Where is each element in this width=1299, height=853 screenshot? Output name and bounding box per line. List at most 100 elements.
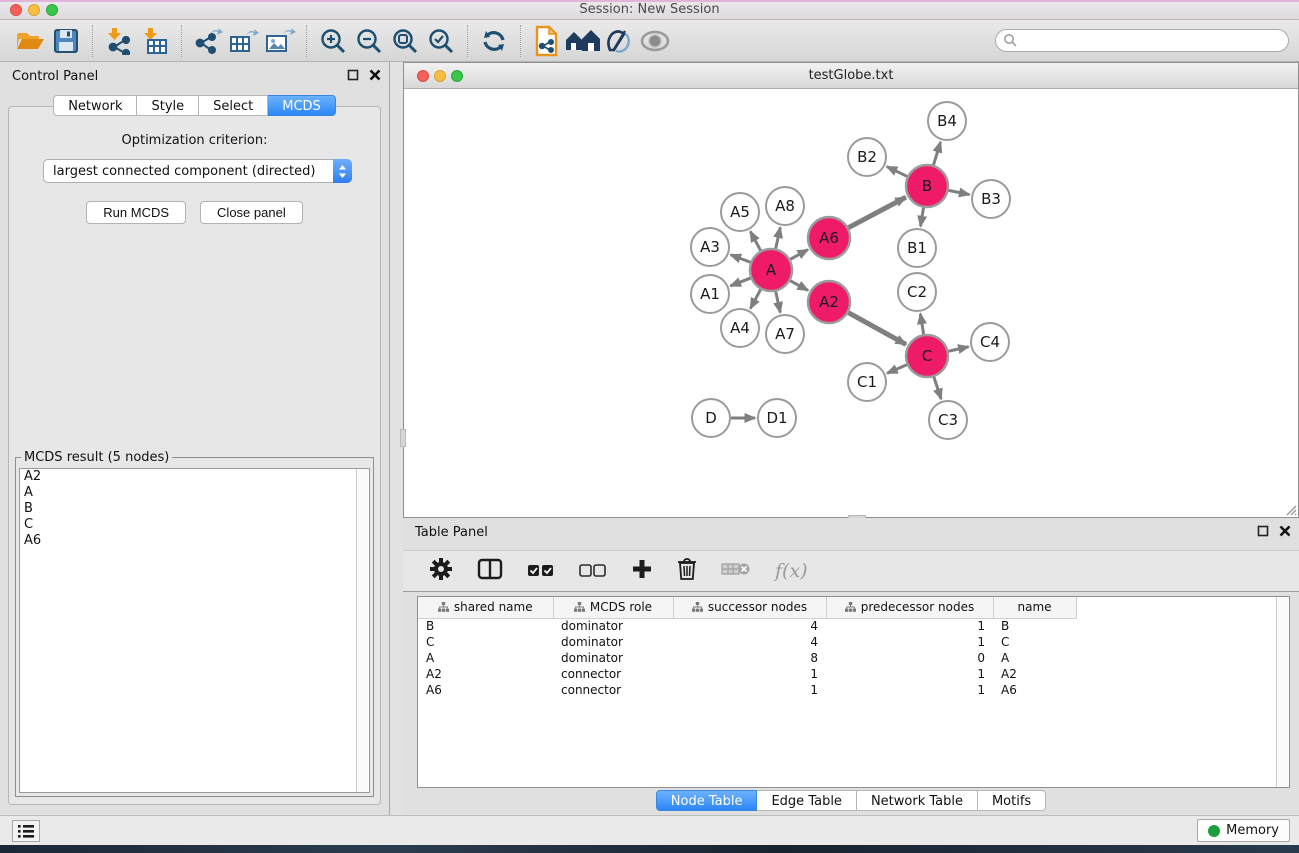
graph-edge-A-A3[interactable] (731, 255, 751, 262)
graph-edge-C-C3[interactable] (934, 377, 941, 399)
tab-select[interactable]: Select (199, 95, 268, 116)
table-cell[interactable]: A2 (418, 666, 553, 682)
select-all-button[interactable] (527, 562, 555, 581)
graph-node-B2[interactable]: B2 (848, 138, 886, 176)
graph-node-D[interactable]: D (692, 399, 730, 437)
tab-network-table[interactable]: Network Table (857, 790, 978, 811)
export-network-button[interactable] (190, 24, 226, 58)
import-table-button[interactable] (137, 24, 173, 58)
table-row[interactable]: Bdominator41B (418, 618, 1289, 634)
table-cell[interactable]: 4 (673, 634, 826, 650)
search-input[interactable] (1018, 34, 1288, 48)
table-row[interactable]: Cdominator41C (418, 634, 1289, 650)
search-field[interactable] (995, 29, 1289, 52)
graph-node-C[interactable]: C (906, 335, 948, 377)
table-cell[interactable]: A6 (993, 682, 1076, 698)
network-canvas[interactable]: B4B2BB3B1A5A8A6A3AA1C2A2A4A7C4CC1C3DD1 (404, 89, 1298, 517)
table-cell[interactable]: 0 (826, 650, 993, 666)
table-cell[interactable]: 1 (673, 682, 826, 698)
graph-edge-A-A6[interactable] (790, 250, 808, 260)
save-session-button[interactable] (48, 24, 84, 58)
graph-node-A8[interactable]: A8 (766, 187, 804, 225)
result-item[interactable]: A6 (20, 533, 369, 549)
graph-node-A6[interactable]: A6 (808, 217, 850, 259)
graph-edge-C-C1[interactable] (887, 365, 907, 374)
tab-style[interactable]: Style (137, 95, 199, 116)
column-header-MCDS-role[interactable]: MCDS role (553, 597, 673, 618)
column-layout-button[interactable] (477, 558, 503, 584)
table-cell[interactable]: B (993, 618, 1076, 634)
close-panel-button[interactable]: Close panel (200, 201, 303, 224)
graph-edge-A2-C[interactable] (848, 313, 906, 345)
graph-node-A4[interactable]: A4 (721, 309, 759, 347)
table-cell[interactable]: 4 (673, 618, 826, 634)
table-cell[interactable]: C (993, 634, 1076, 650)
zoom-out-button[interactable] (351, 24, 387, 58)
table-scrollbar[interactable] (1276, 597, 1289, 787)
graph-edge-C-C4[interactable] (948, 347, 968, 351)
graph-node-B4[interactable]: B4 (928, 102, 966, 140)
graph-edge-B-B4[interactable] (933, 142, 940, 165)
zoom-fit-button[interactable] (387, 24, 423, 58)
function-builder-button[interactable]: f(x) (775, 560, 808, 582)
table-cell[interactable]: 1 (826, 634, 993, 650)
graph-node-D1[interactable]: D1 (758, 399, 796, 437)
network-file-button[interactable] (529, 24, 565, 58)
tab-mcds[interactable]: MCDS (268, 95, 336, 116)
table-cell[interactable]: dominator (553, 618, 673, 634)
delete-table-button[interactable] (721, 561, 751, 581)
deselect-all-button[interactable] (579, 562, 607, 581)
table-row[interactable]: A6connector11A6 (418, 682, 1289, 698)
graph-node-B[interactable]: B (906, 165, 948, 207)
graph-edge-A6-B[interactable] (848, 197, 905, 227)
graph-node-B1[interactable]: B1 (898, 229, 936, 267)
graph-edge-A-A5[interactable] (750, 231, 760, 250)
graph-node-A3[interactable]: A3 (691, 228, 729, 266)
table-cell[interactable]: 1 (673, 666, 826, 682)
result-item[interactable]: C (20, 517, 369, 533)
table-row[interactable]: A2connector11A2 (418, 666, 1289, 682)
graph-edge-C-C2[interactable] (920, 314, 923, 335)
graph-node-A7[interactable]: A7 (766, 315, 804, 353)
result-item[interactable]: A2 (20, 469, 369, 485)
table-cell[interactable]: 1 (826, 682, 993, 698)
resize-grip-icon[interactable] (1283, 502, 1297, 516)
graph-edge-B-B3[interactable] (949, 190, 970, 194)
graph-node-C4[interactable]: C4 (971, 323, 1009, 361)
optimization-criterion-dropdown[interactable]: largest connected component (directed) (43, 159, 352, 183)
home-views-button[interactable] (565, 24, 601, 58)
export-image-button[interactable] (262, 24, 298, 58)
result-item[interactable]: A (20, 485, 369, 501)
vertical-splitter-handle[interactable] (400, 429, 406, 447)
table-cell[interactable]: connector (553, 682, 673, 698)
column-header-name[interactable]: name (993, 597, 1076, 618)
graph-node-C2[interactable]: C2 (898, 273, 936, 311)
graph-edge-A-A8[interactable] (776, 227, 781, 248)
node-table[interactable]: shared nameMCDS rolesuccessor nodesprede… (418, 597, 1289, 698)
network-window-titlebar[interactable]: testGlobe.txt (404, 63, 1298, 89)
run-mcds-button[interactable]: Run MCDS (86, 201, 186, 224)
graph-node-C3[interactable]: C3 (929, 401, 967, 439)
graph-edge-B-B1[interactable] (921, 208, 924, 227)
column-header-successor-nodes[interactable]: successor nodes (673, 597, 826, 618)
graphics-details-button[interactable] (601, 24, 637, 58)
graph-edge-A-A4[interactable] (750, 289, 760, 308)
graph-edge-A-A2[interactable] (790, 281, 808, 291)
graph-node-A2[interactable]: A2 (808, 281, 850, 323)
table-cell[interactable]: A6 (418, 682, 553, 698)
mcds-result-list[interactable]: A2ABCA6 (19, 468, 370, 793)
tab-network[interactable]: Network (53, 95, 137, 116)
zoom-in-button[interactable] (315, 24, 351, 58)
float-table-panel-icon[interactable] (1257, 525, 1269, 537)
table-settings-button[interactable] (429, 557, 453, 585)
table-cell[interactable]: A (418, 650, 553, 666)
table-cell[interactable]: B (418, 618, 553, 634)
table-cell[interactable]: A (993, 650, 1076, 666)
tab-node-table[interactable]: Node Table (656, 790, 758, 811)
dropdown-stepper[interactable] (333, 159, 352, 183)
zoom-selected-button[interactable] (423, 24, 459, 58)
table-cell[interactable]: 1 (826, 666, 993, 682)
preview-button[interactable] (637, 24, 673, 58)
export-table-button[interactable] (226, 24, 262, 58)
table-cell[interactable]: 1 (826, 618, 993, 634)
